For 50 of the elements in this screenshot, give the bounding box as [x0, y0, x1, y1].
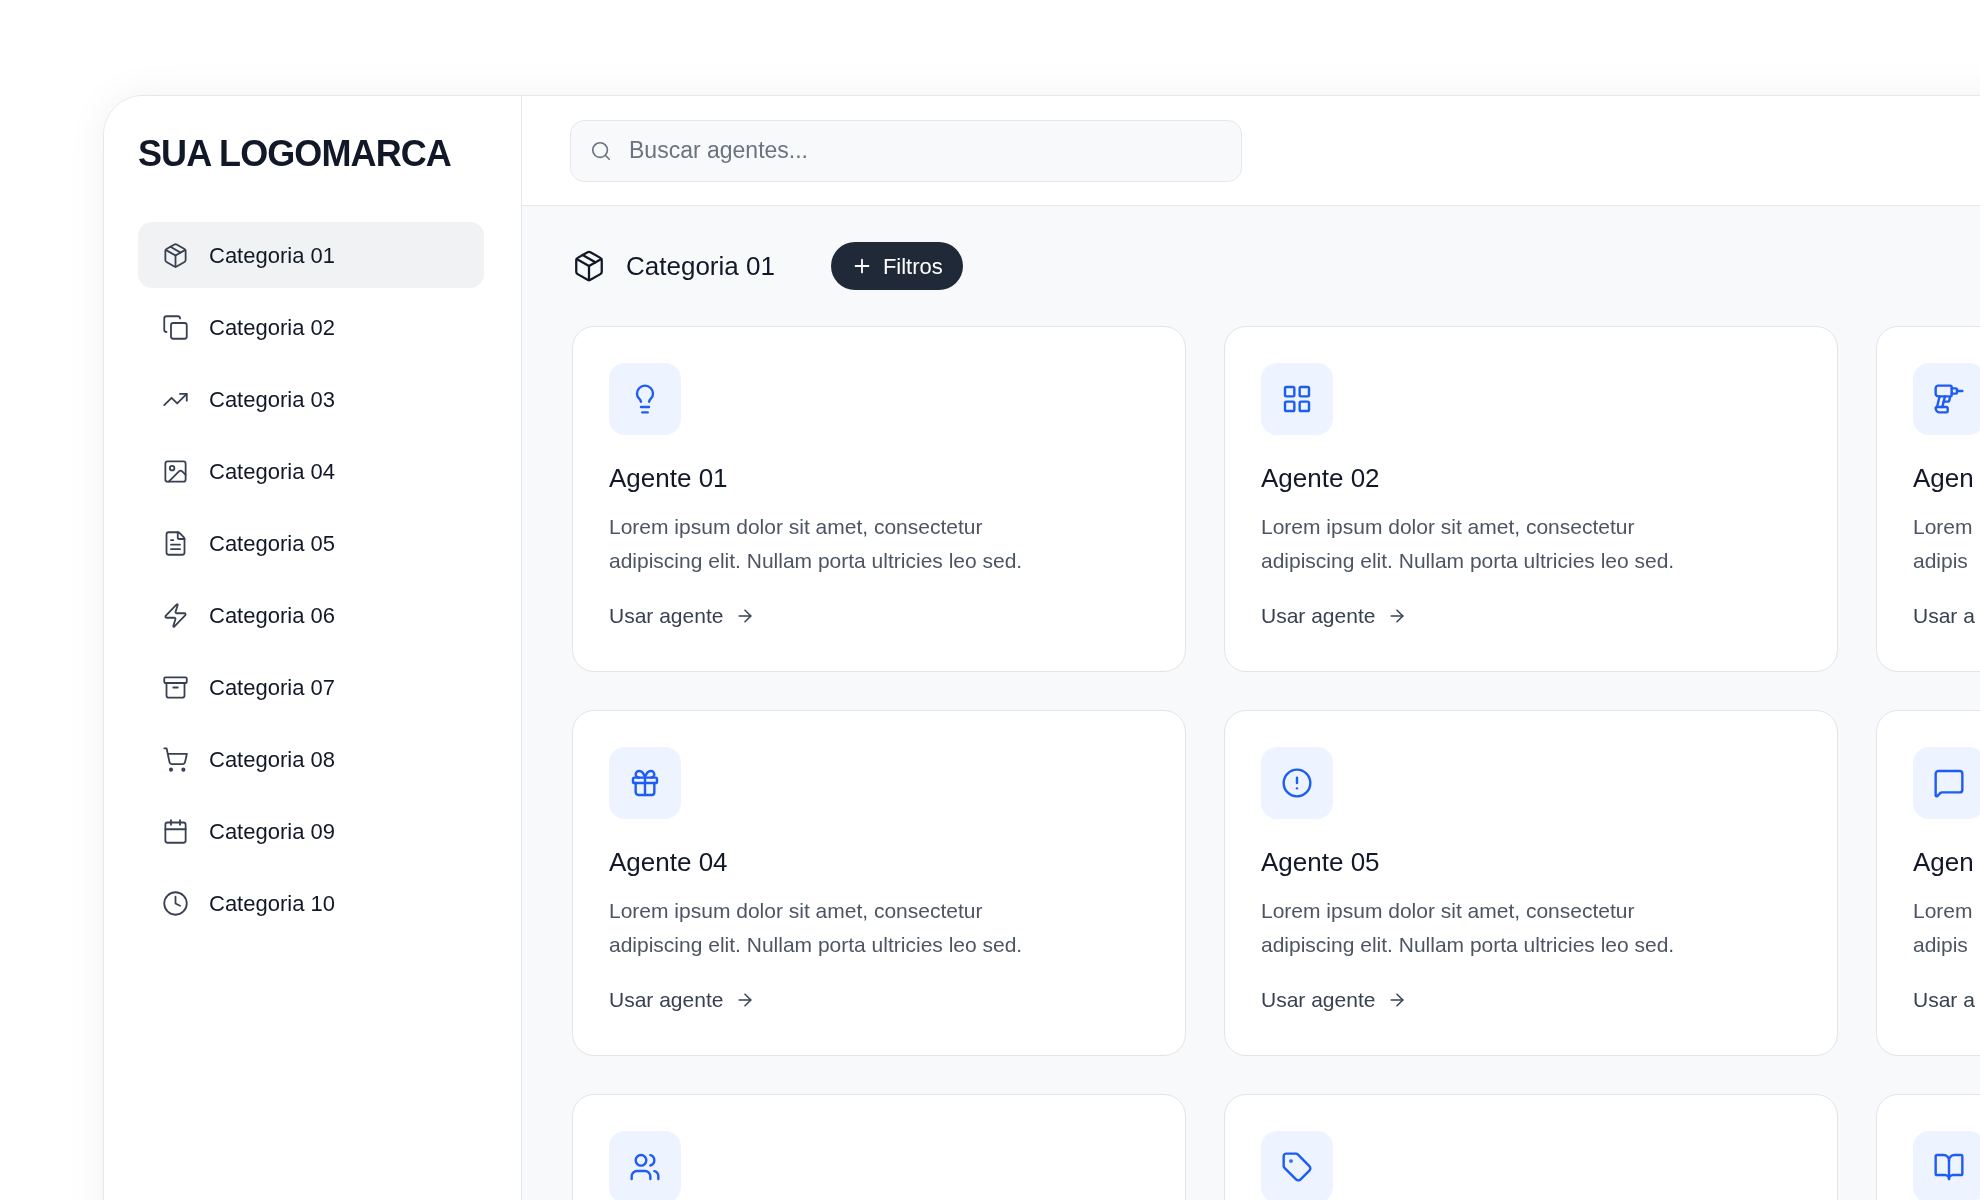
box-icon	[162, 241, 189, 269]
agent-description: Lorem adipis	[1913, 514, 1974, 574]
sidebar-item[interactable]: Categoria 10	[138, 870, 484, 936]
agent-description: Lorem ipsum dolor sit amet, consectetur adipiscing elit. Nullam porta ultricies leo sed.	[609, 898, 1024, 958]
archive-icon	[162, 673, 189, 701]
agent-description: Lorem ipsum dolor sit amet, consectetur adipiscing elit. Nullam porta ultricies leo sed.	[609, 514, 1024, 574]
drill-icon	[1933, 383, 1965, 415]
lightning-icon	[162, 601, 189, 629]
sidebar-item[interactable]: Categoria 02	[138, 294, 484, 360]
agent-description: Lorem ipsum dolor sit amet, consectetur adipiscing elit. Nullam porta ultricies leo sed.	[1261, 898, 1676, 958]
clock-icon	[162, 889, 189, 917]
category-heading: Categoria 01	[626, 249, 775, 283]
search-icon	[590, 139, 612, 162]
sidebar-item[interactable]: Categoria 03	[138, 366, 484, 432]
agent-title: Agen	[1913, 462, 1975, 495]
tag-icon	[1281, 1151, 1313, 1183]
sidebar-item[interactable]: Categoria 05	[138, 510, 484, 576]
box-icon	[572, 249, 606, 283]
cart-icon	[162, 745, 189, 773]
agent-title: Agente 05	[1261, 846, 1381, 879]
calendar-icon	[162, 817, 189, 845]
alert-icon	[1281, 767, 1313, 799]
image-icon	[162, 457, 189, 485]
agent-title: Agen	[1913, 846, 1975, 879]
use-agent-link[interactable]: Usar agente	[609, 984, 756, 1016]
gift-icon	[629, 767, 661, 799]
agent-title: Agente 02	[1261, 462, 1381, 495]
use-agent-link[interactable]: Usar a	[1913, 600, 1980, 632]
agent-title: Agente 04	[609, 846, 729, 879]
sidebar-item[interactable]: Categoria 06	[138, 582, 484, 648]
agent-description: Lorem ipsum dolor sit amet, consectetur adipiscing elit. Nullam porta ultricies leo sed.	[1261, 514, 1676, 574]
copy-icon	[162, 313, 189, 341]
users-icon	[629, 1151, 661, 1183]
agent-description: Lorem adipis	[1913, 898, 1974, 958]
grid-icon	[1281, 383, 1313, 415]
sidebar-item[interactable]: Categoria 07	[138, 654, 484, 720]
use-agent-link[interactable]: Usar agente	[1261, 984, 1408, 1016]
sidebar-item[interactable]: Categoria 01	[138, 222, 484, 288]
sidebar-item[interactable]: Categoria 09	[138, 798, 484, 864]
use-agent-link[interactable]: Usar agente	[1261, 600, 1408, 632]
filter-button[interactable]: Filtros	[830, 242, 963, 290]
agent-title: Agente 01	[609, 462, 729, 495]
search-field[interactable]: Buscar agentes...	[570, 119, 1242, 182]
use-agent-link[interactable]: Usar agente	[609, 600, 756, 632]
use-agent-link[interactable]: Usar a	[1913, 984, 1980, 1016]
book-icon	[1933, 1151, 1965, 1183]
chat-icon	[1933, 767, 1965, 799]
sidebar-item[interactable]: Categoria 04	[138, 438, 484, 504]
sidebar-item[interactable]: Categoria 08	[138, 726, 484, 792]
logo-text: SUA LOGOMARCA	[138, 136, 452, 172]
